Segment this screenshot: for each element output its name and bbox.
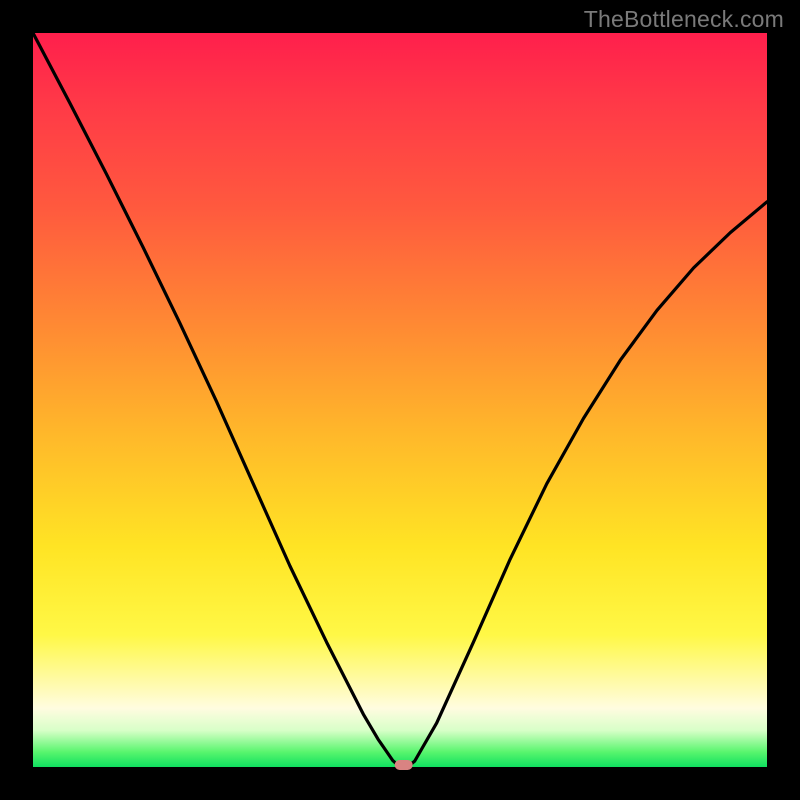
bottleneck-curve-path [33,33,767,767]
curve-svg [33,33,767,767]
min-marker [395,760,413,770]
chart-frame: TheBottleneck.com [0,0,800,800]
watermark-text: TheBottleneck.com [584,6,784,33]
plot-area [33,33,767,767]
